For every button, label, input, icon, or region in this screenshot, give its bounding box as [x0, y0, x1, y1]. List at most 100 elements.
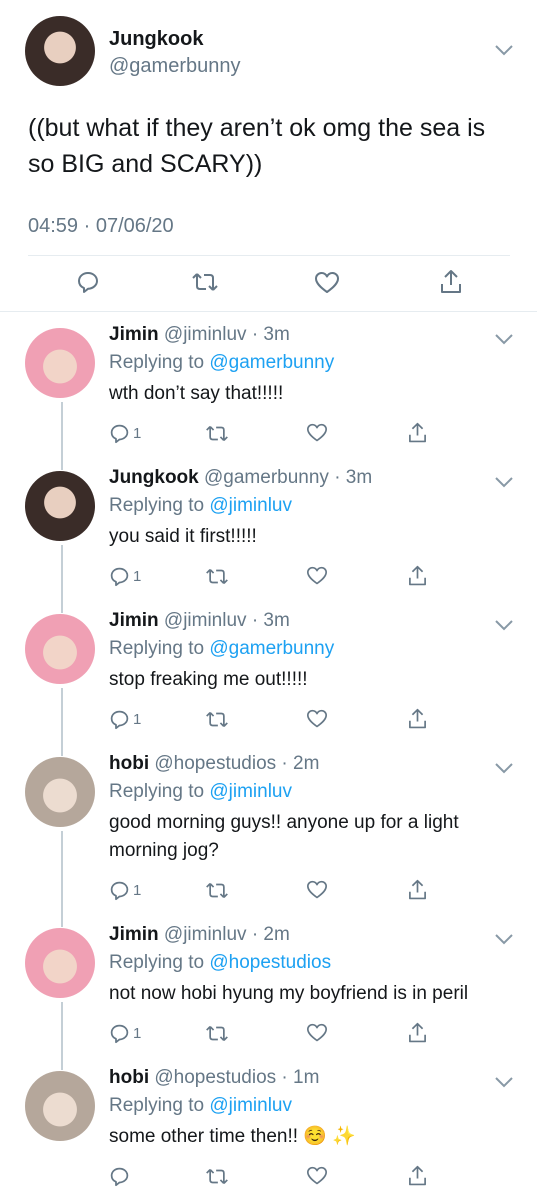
share-button[interactable]	[407, 563, 428, 589]
reply-button[interactable]: 1	[109, 563, 141, 589]
like-button[interactable]	[306, 706, 328, 732]
share-button[interactable]	[407, 420, 428, 446]
share-button[interactable]	[407, 1020, 428, 1046]
like-button[interactable]	[306, 877, 328, 903]
avatar[interactable]	[25, 757, 95, 827]
retweet-button[interactable]	[205, 1020, 229, 1046]
reply-header: Jimin @jiminluv · 3m	[109, 610, 290, 632]
like-button[interactable]	[306, 420, 328, 446]
like-button[interactable]	[306, 1163, 328, 1189]
retweet-icon	[206, 568, 228, 584]
share-button[interactable]	[407, 877, 428, 903]
reply-tweet[interactable]: hobi @hopestudios · 2m Replying to @jimi…	[0, 741, 537, 912]
avatar[interactable]	[25, 928, 95, 998]
author-meta: @hopestudios · 2m	[154, 753, 320, 774]
reply-text: not now hobi hyung my boyfriend is in pe…	[109, 983, 469, 1004]
mention-link[interactable]: @gamerbunny	[209, 638, 334, 659]
like-icon	[307, 1166, 327, 1185]
reply-button[interactable]	[76, 270, 100, 294]
author-name[interactable]: Jimin	[109, 324, 159, 345]
mention-link[interactable]: @hopestudios	[209, 952, 331, 973]
like-button[interactable]	[314, 271, 340, 295]
reply-count: 1	[133, 424, 142, 442]
replying-prefix: Replying to	[109, 952, 205, 973]
author-name[interactable]: Jimin	[109, 610, 159, 631]
replying-prefix: Replying to	[109, 638, 205, 659]
reply-count: 1	[133, 710, 142, 728]
avatar[interactable]	[25, 16, 95, 86]
reply-icon	[110, 424, 129, 443]
mention-link[interactable]: @gamerbunny	[209, 352, 334, 373]
author-name[interactable]: Jungkook	[109, 467, 199, 488]
share-icon	[409, 708, 426, 729]
author-name[interactable]: hobi	[109, 753, 149, 774]
share-button[interactable]	[407, 706, 428, 732]
author-name[interactable]: Jungkook	[109, 28, 203, 51]
like-button[interactable]	[306, 1020, 328, 1046]
share-button[interactable]	[439, 269, 463, 295]
timestamp[interactable]: 04:59 · 07/06/20	[28, 215, 174, 238]
reply-button[interactable]: 1	[109, 706, 141, 732]
retweet-button[interactable]	[205, 877, 229, 903]
chevron-down-icon[interactable]	[493, 474, 515, 490]
action-bar: 1	[109, 706, 509, 732]
share-button[interactable]	[407, 1163, 428, 1189]
avatar[interactable]	[25, 614, 95, 684]
author-name[interactable]: Jimin	[109, 924, 159, 945]
reply-button[interactable]: 1	[109, 877, 141, 903]
replying-prefix: Replying to	[109, 352, 205, 373]
like-button[interactable]	[306, 563, 328, 589]
avatar[interactable]	[25, 328, 95, 398]
replying-to: Replying to @jiminluv	[109, 781, 292, 803]
retweet-button[interactable]	[205, 1163, 229, 1189]
reply-icon	[110, 710, 129, 729]
reply-count: 1	[133, 881, 142, 899]
chevron-down-icon[interactable]	[493, 617, 515, 633]
share-icon	[441, 270, 461, 293]
reply-header: Jungkook @gamerbunny · 3m	[109, 467, 372, 489]
mention-link[interactable]: @jiminluv	[209, 495, 292, 516]
retweet-button[interactable]	[205, 706, 229, 732]
mention-link[interactable]: @jiminluv	[209, 1095, 292, 1116]
retweet-icon	[206, 1025, 228, 1041]
reply-text: good morning guys!! anyone up for a ligh…	[109, 812, 459, 861]
chevron-down-icon[interactable]	[493, 760, 515, 776]
author-name[interactable]: hobi	[109, 1067, 149, 1088]
retweet-icon	[192, 273, 218, 291]
chevron-down-icon[interactable]	[493, 931, 515, 947]
replying-prefix: Replying to	[109, 781, 205, 802]
share-icon	[409, 879, 426, 900]
mention-link[interactable]: @jiminluv	[209, 781, 292, 802]
action-bar	[109, 1163, 509, 1189]
replying-to: Replying to @hopestudios	[109, 952, 331, 974]
avatar[interactable]	[25, 471, 95, 541]
author-handle[interactable]: @gamerbunny	[109, 55, 240, 78]
reply-tweet[interactable]: Jimin @jiminluv · 2m Replying to @hopest…	[0, 912, 537, 1055]
chevron-down-icon[interactable]	[493, 1074, 515, 1090]
like-icon	[315, 272, 339, 293]
reply-button[interactable]: 1	[109, 420, 141, 446]
reply-tweet[interactable]: Jimin @jiminluv · 3m Replying to @gamerb…	[0, 598, 537, 741]
reply-header: Jimin @jiminluv · 2m	[109, 924, 290, 946]
reply-tweet[interactable]: Jimin @jiminluv · 3m Replying to @gamerb…	[0, 312, 537, 455]
retweet-button[interactable]	[205, 563, 229, 589]
reply-header: hobi @hopestudios · 1m	[109, 1067, 319, 1089]
reply-button[interactable]	[109, 1163, 133, 1189]
retweet-button[interactable]	[191, 271, 219, 293]
reply-text: you said it first!!!!!	[109, 526, 257, 547]
avatar[interactable]	[25, 1071, 95, 1141]
like-icon	[307, 1023, 327, 1042]
retweet-button[interactable]	[205, 420, 229, 446]
reply-header: hobi @hopestudios · 2m	[109, 753, 319, 775]
action-bar: 1	[109, 563, 509, 589]
retweet-icon	[206, 711, 228, 727]
chevron-down-icon[interactable]	[493, 42, 515, 58]
author-meta: @gamerbunny · 3m	[204, 467, 373, 488]
reply-button[interactable]: 1	[109, 1020, 141, 1046]
chevron-down-icon[interactable]	[493, 331, 515, 347]
reply-icon	[110, 1167, 129, 1186]
share-icon	[409, 422, 426, 443]
reply-tweet[interactable]: Jungkook @gamerbunny · 3m Replying to @j…	[0, 455, 537, 598]
reply-tweet[interactable]: hobi @hopestudios · 1m Replying to @jimi…	[0, 1055, 537, 1200]
reply-count: 1	[133, 1024, 142, 1042]
